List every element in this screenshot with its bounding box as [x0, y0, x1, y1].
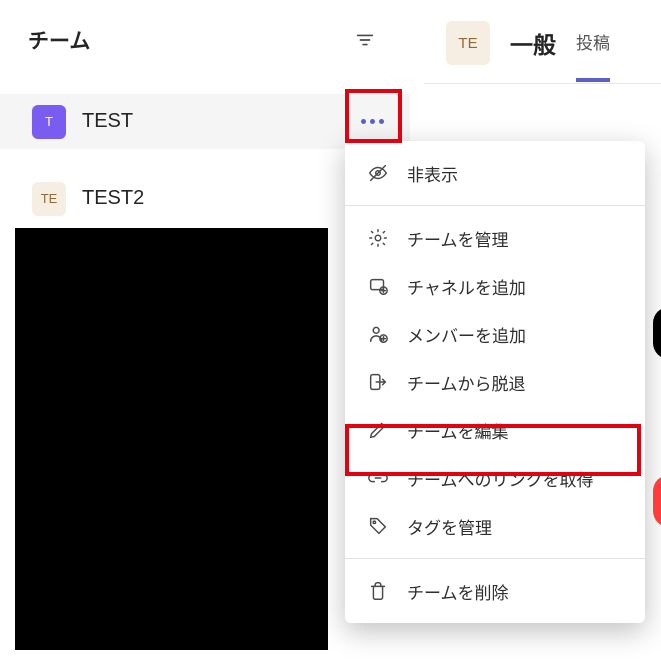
menu-item-get-link[interactable]: チームへのリンクを取得 [345, 454, 645, 502]
redacted-area [15, 228, 328, 650]
menu-label: 非表示 [407, 161, 458, 186]
tag-icon [367, 515, 389, 537]
menu-item-hide[interactable]: 非表示 [345, 149, 645, 197]
filter-icon [354, 29, 376, 51]
menu-item-add-member[interactable]: メンバーを追加 [345, 310, 645, 358]
channel-name: 一般 [510, 26, 556, 60]
menu-item-manage-tags[interactable]: タグを管理 [345, 502, 645, 550]
edge-artifact [653, 475, 661, 527]
leave-icon [367, 371, 389, 393]
team-context-menu: 非表示 チームを管理 チャネルを追加 メンバーを追加 チームから脱退 チームを編… [345, 141, 645, 623]
menu-separator [345, 558, 645, 559]
header-divider [424, 83, 661, 84]
filter-button[interactable] [348, 23, 382, 57]
edit-icon [367, 419, 389, 441]
team-avatar: T [32, 105, 66, 139]
edge-artifact [653, 307, 661, 359]
menu-item-edit-team[interactable]: チームを編集 [345, 406, 645, 454]
channel-avatar: TE [446, 21, 490, 65]
link-icon [367, 467, 389, 489]
menu-item-delete-team[interactable]: チームを削除 [345, 567, 645, 615]
menu-label: チームから脱退 [407, 370, 526, 395]
more-icon [361, 119, 384, 124]
menu-label: タグを管理 [407, 514, 492, 539]
menu-label: チームを管理 [407, 226, 509, 251]
menu-label: メンバーを追加 [407, 322, 526, 347]
gear-icon [367, 227, 389, 249]
sidebar-header: チーム [0, 0, 410, 80]
menu-item-leave-team[interactable]: チームから脱退 [345, 358, 645, 406]
add-channel-icon [367, 275, 389, 297]
menu-separator [345, 205, 645, 206]
menu-item-manage-team[interactable]: チームを管理 [345, 214, 645, 262]
team-more-button[interactable] [352, 106, 392, 138]
channel-header: TE 一般 投稿 [424, 0, 610, 86]
tab-posts[interactable]: 投稿 [576, 29, 610, 58]
add-user-icon [367, 323, 389, 345]
team-name: TEST [82, 110, 336, 133]
menu-label: チャネルを追加 [407, 274, 526, 299]
menu-label: チームを編集 [407, 418, 509, 443]
menu-item-add-channel[interactable]: チャネルを追加 [345, 262, 645, 310]
sidebar-title: チーム [28, 25, 90, 55]
hide-icon [367, 162, 389, 184]
team-avatar: TE [32, 182, 66, 216]
menu-label: チームを削除 [407, 579, 509, 604]
menu-label: チームへのリンクを取得 [407, 466, 594, 491]
trash-icon [367, 580, 389, 602]
